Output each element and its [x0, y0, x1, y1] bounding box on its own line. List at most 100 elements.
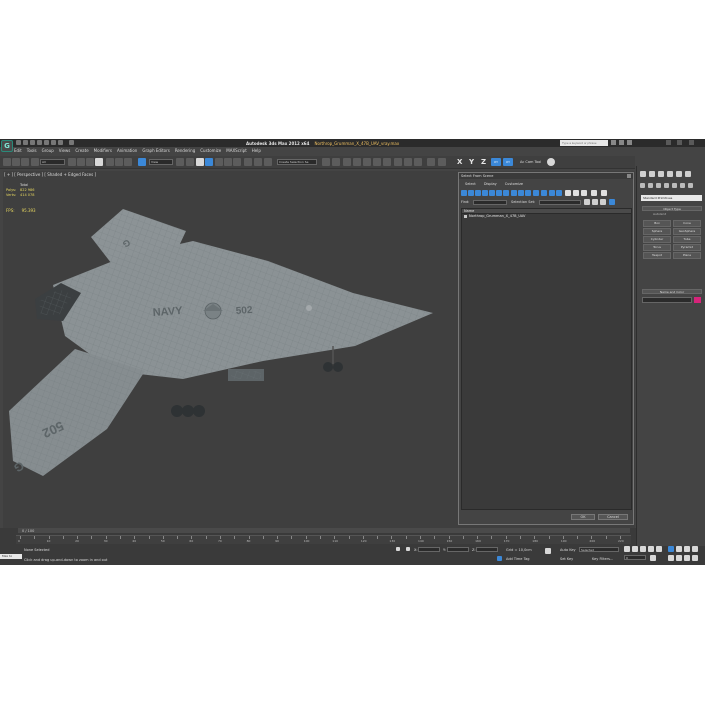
hierarchy-icon[interactable]: [584, 199, 590, 205]
field-of-view-icon[interactable]: [668, 555, 674, 561]
render-production-icon[interactable]: [414, 158, 422, 166]
maxscript-listener[interactable]: Max to: [0, 554, 22, 559]
zoom-extents-all-icon[interactable]: [692, 546, 698, 552]
motion-tab-icon[interactable]: [667, 171, 673, 177]
graphite-ribbon-icon[interactable]: [353, 158, 361, 166]
torus-button[interactable]: Torus: [643, 244, 671, 251]
constrain-xy-cycle-button[interactable]: XY: [503, 158, 513, 166]
align-icon[interactable]: [264, 158, 272, 166]
cam-tool-label[interactable]: Ac Cam Tool: [520, 160, 541, 164]
constrain-z-button[interactable]: Z: [481, 158, 486, 166]
menu-rendering[interactable]: Rendering: [175, 148, 195, 154]
zoom-icon[interactable]: [668, 546, 674, 552]
rendered-frame-window-icon[interactable]: [404, 158, 412, 166]
select-none-icon[interactable]: [573, 190, 579, 196]
utilities-tab-icon[interactable]: [685, 171, 691, 177]
search-input[interactable]: [560, 140, 608, 146]
teapot-button[interactable]: Teapot: [643, 252, 671, 259]
mirror-icon[interactable]: [254, 158, 262, 166]
display-frozen-icon[interactable]: [533, 190, 539, 196]
display-bones-icon[interactable]: [518, 190, 524, 196]
keyboard-shortcut-icon[interactable]: [196, 158, 204, 166]
select-scale-icon[interactable]: [124, 158, 132, 166]
children-icon[interactable]: [592, 199, 598, 205]
search-icon[interactable]: [611, 140, 616, 145]
link-icon[interactable]: [3, 158, 11, 166]
layer-manager-icon[interactable]: [343, 158, 351, 166]
select-all-icon[interactable]: [565, 190, 571, 196]
menu-tools[interactable]: Tools: [27, 148, 37, 154]
select-object-icon[interactable]: [68, 158, 76, 166]
menu-edit[interactable]: Edit: [14, 148, 22, 154]
select-dependents-icon[interactable]: [601, 190, 607, 196]
z-coordinate-field[interactable]: [476, 547, 498, 552]
menu-graph-editors[interactable]: Graph Editors: [142, 148, 169, 154]
render-setup-icon[interactable]: [394, 158, 402, 166]
display-none-icon[interactable]: [556, 190, 562, 196]
geometry-category-icon[interactable]: [640, 183, 645, 188]
edit-named-selection-icon[interactable]: [244, 158, 252, 166]
camera-icon[interactable]: [547, 158, 555, 166]
display-geometry-icon[interactable]: [461, 190, 467, 196]
zoom-extents-icon[interactable]: [684, 546, 690, 552]
display-shapes-icon[interactable]: [468, 190, 474, 196]
plane-button[interactable]: Plane: [673, 252, 701, 259]
display-groups-icon[interactable]: [503, 190, 509, 196]
x-coordinate-field[interactable]: [418, 547, 440, 552]
influences-icon[interactable]: [600, 199, 606, 205]
display-hidden-icon[interactable]: [541, 190, 547, 196]
dialog-title[interactable]: Select From Scene: [459, 173, 633, 179]
cylinder-button[interactable]: Cylinder: [643, 236, 671, 243]
display-cameras-icon[interactable]: [482, 190, 488, 196]
spinner-snap-icon[interactable]: [233, 158, 241, 166]
open-icon[interactable]: [23, 140, 28, 145]
display-xrefs-icon[interactable]: [511, 190, 517, 196]
select-by-name-icon[interactable]: [77, 158, 85, 166]
play-icon[interactable]: [640, 546, 646, 552]
object-name-field[interactable]: [642, 297, 692, 303]
select-rotate-icon[interactable]: [115, 158, 123, 166]
current-frame-field[interactable]: 0: [624, 555, 646, 560]
geosphere-button[interactable]: GeoSphere: [673, 228, 701, 235]
menu-create[interactable]: Create: [75, 148, 88, 154]
cone-button[interactable]: Cone: [673, 220, 701, 227]
menu-maxscript[interactable]: MAXScript: [226, 148, 247, 154]
dialog-menu-display[interactable]: Display: [484, 182, 497, 186]
timeline-track[interactable]: 0 10 20 30 40 50 60 70 80 90 100 110 120 130 140 150 160…: [16, 535, 631, 544]
unlink-icon[interactable]: [12, 158, 20, 166]
set-key-button[interactable]: Set Key: [560, 557, 573, 561]
bind-space-warp-icon[interactable]: [21, 158, 29, 166]
minimize-icon[interactable]: [666, 140, 671, 145]
go-to-start-icon[interactable]: [624, 546, 630, 552]
autogrid-checkbox[interactable]: AutoGrid: [653, 212, 666, 216]
align-tool-icon[interactable]: [332, 158, 340, 166]
dialog-menu-customize[interactable]: Customize: [505, 182, 523, 186]
time-slider[interactable]: [18, 528, 630, 533]
orbit-icon[interactable]: [684, 555, 690, 561]
shapes-category-icon[interactable]: [648, 183, 653, 188]
time-configuration-icon[interactable]: [650, 555, 656, 561]
new-icon[interactable]: [16, 140, 21, 145]
case-sensitive-icon[interactable]: [609, 199, 615, 205]
select-from-scene-dialog[interactable]: Select From Scene Select Display Customi…: [458, 172, 634, 525]
display-helpers-icon[interactable]: [489, 190, 495, 196]
activeshade-icon[interactable]: [438, 158, 446, 166]
next-frame-icon[interactable]: [648, 546, 654, 552]
helpers-category-icon[interactable]: [672, 183, 677, 188]
display-containers-icon[interactable]: [525, 190, 531, 196]
time-tag-icon[interactable]: [497, 556, 502, 561]
selection-filter-icon[interactable]: [31, 158, 39, 166]
cancel-button[interactable]: Cancel: [598, 514, 628, 520]
render-iterative-icon[interactable]: [427, 158, 435, 166]
constrain-y-button[interactable]: Y: [469, 158, 474, 166]
redo-icon[interactable]: [44, 140, 49, 145]
material-editor-icon[interactable]: [383, 158, 391, 166]
sphere-button[interactable]: Sphere: [643, 228, 671, 235]
dialog-menu-select[interactable]: Select: [465, 182, 476, 186]
mirror-tool-icon[interactable]: [322, 158, 330, 166]
scene-object-list[interactable]: Name Northrop_Grumman_X_47B_UAV: [461, 208, 632, 510]
maximize-icon[interactable]: [677, 140, 682, 145]
hierarchy-tab-icon[interactable]: [658, 171, 664, 177]
systems-category-icon[interactable]: [688, 183, 693, 188]
box-button[interactable]: Box: [643, 220, 671, 227]
